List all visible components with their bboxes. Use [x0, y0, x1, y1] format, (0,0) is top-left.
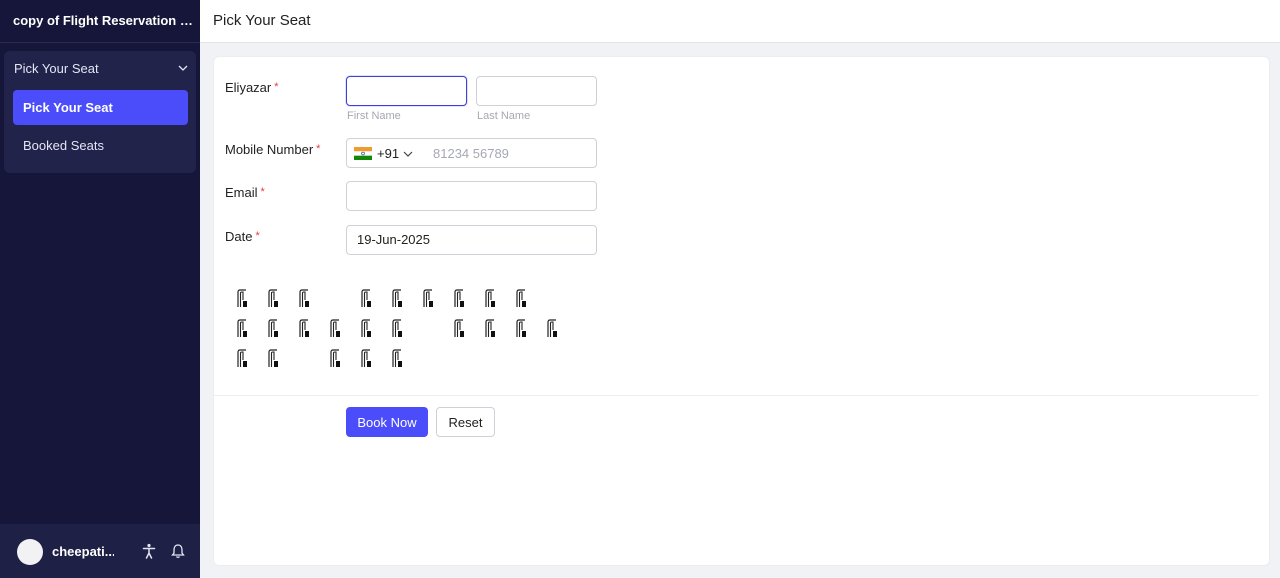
avatar[interactable] [17, 539, 43, 565]
bell-icon[interactable] [170, 543, 186, 559]
mobile-number-input[interactable] [423, 140, 593, 166]
email-label-text: Email [225, 185, 258, 200]
seat-icon[interactable] [235, 318, 249, 338]
name-label-text: Eliyazar [225, 80, 272, 95]
country-code[interactable]: +91 [377, 146, 399, 161]
seat-icon[interactable] [421, 288, 435, 308]
mobile-field: +91 [346, 138, 597, 168]
email-input[interactable] [346, 181, 597, 211]
email-label: Email * [225, 185, 265, 200]
seat-icon[interactable] [266, 348, 280, 368]
seat-icon[interactable] [483, 318, 497, 338]
required-marker: * [274, 81, 279, 93]
header: Pick Your Seat [200, 0, 1280, 43]
user-bar: cheepati... [0, 524, 200, 578]
seat-icon[interactable] [235, 288, 249, 308]
chevron-down-icon[interactable] [402, 148, 414, 160]
seat-icon[interactable] [297, 318, 311, 338]
seat-icon[interactable] [545, 318, 559, 338]
form-card [213, 56, 1270, 566]
sidebar-group-label: Pick Your Seat [14, 60, 99, 76]
sidebar-divider [0, 42, 200, 43]
last-name-input[interactable] [476, 76, 597, 106]
seat-icon[interactable] [390, 348, 404, 368]
seat-icon[interactable] [359, 348, 373, 368]
seat-icon[interactable] [297, 288, 311, 308]
date-label-text: Date [225, 229, 253, 244]
required-marker: * [255, 230, 260, 242]
seat-icon[interactable] [452, 318, 466, 338]
seat-icon[interactable] [266, 318, 280, 338]
page-title: Pick Your Seat [213, 12, 311, 29]
mobile-label: Mobile Number * [225, 142, 320, 157]
accessibility-icon[interactable] [141, 543, 157, 559]
seat-icon[interactable] [514, 288, 528, 308]
chevron-down-icon [178, 65, 188, 71]
seat-icon[interactable] [390, 288, 404, 308]
seat-icon[interactable] [328, 348, 342, 368]
first-name-input[interactable] [346, 76, 467, 106]
seat-icon[interactable] [514, 318, 528, 338]
seat-icon[interactable] [452, 288, 466, 308]
required-marker: * [260, 186, 265, 198]
user-name[interactable]: cheepati... [52, 544, 114, 559]
seat-icon[interactable] [235, 348, 249, 368]
name-label: Eliyazar * [225, 80, 279, 95]
seat-icon[interactable] [266, 288, 280, 308]
seat-icon[interactable] [359, 288, 373, 308]
app-title: copy of Flight Reservation Sys... [13, 13, 193, 28]
mobile-label-text: Mobile Number [225, 142, 314, 157]
reset-button[interactable]: Reset [436, 407, 495, 437]
date-value: 19-Jun-2025 [357, 232, 430, 247]
sidebar-item-label: Booked Seats [23, 138, 104, 153]
india-flag-icon [354, 147, 372, 160]
sidebar-item-pick-your-seat[interactable]: Pick Your Seat [13, 90, 188, 125]
seat-icon[interactable] [390, 318, 404, 338]
required-marker: * [316, 143, 321, 155]
last-name-hint: Last Name [477, 110, 531, 122]
divider [214, 395, 1258, 396]
sidebar-group-pick-your-seat[interactable]: Pick Your Seat [14, 60, 190, 76]
seat-icon[interactable] [483, 288, 497, 308]
seat-icon[interactable] [359, 318, 373, 338]
sidebar-item-label: Pick Your Seat [23, 100, 113, 115]
book-now-button[interactable]: Book Now [346, 407, 428, 437]
seat-icon[interactable] [328, 318, 342, 338]
sidebar-item-booked-seats[interactable]: Booked Seats [13, 128, 188, 163]
sidebar: copy of Flight Reservation Sys... Pick Y… [0, 0, 200, 578]
first-name-hint: First Name [347, 110, 401, 122]
date-label: Date * [225, 229, 260, 244]
